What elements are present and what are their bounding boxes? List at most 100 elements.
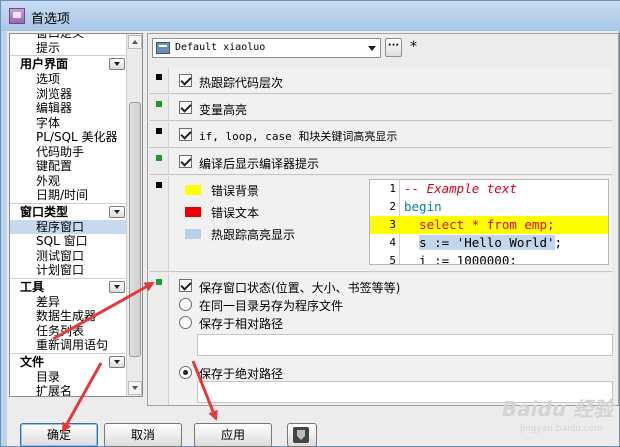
profile-options-button[interactable]: ··· [385,38,402,57]
client-area: 窗口定义 提示 用户界面 选项 浏览器 编辑器 字体 PL/SQL 美化器 代码助手 键配置 外观日… [7,31,619,447]
scroll-thumb[interactable] [129,102,141,357]
line-number: 2 [389,200,396,213]
nav-group-header[interactable]: 文件 [10,352,127,370]
error-background-swatch[interactable] [185,185,201,195]
code-token: -- Example text [404,181,517,196]
options-panel: Default xiaoluo ··· * 热跟踪代码层次 变量高亮 if, l… [147,33,619,406]
code-text: select * from emp; [404,216,555,234]
code-token: s := 'Hello World' [419,235,555,250]
help-button[interactable] [287,423,317,447]
code-line: 5 i := 1000000; [370,252,608,264]
save-absolute-label: 保存于绝对路径 [199,367,284,381]
save-window-state-label: 保存窗口状态(位置、大小、书签等等) [199,281,401,295]
hot-track-swatch[interactable] [185,229,201,239]
line-number: 4 [389,236,396,249]
nav-item[interactable]: 日期/时间 [10,188,127,203]
nav-item[interactable]: PL/SQL 美化器 [10,130,127,145]
apply-button[interactable]: 应用 [194,423,272,447]
code-text: begin [404,198,442,216]
nav-item[interactable]: 程序窗口 [10,219,127,234]
green-marker-icon [156,101,162,107]
highlight-keywords-checkbox[interactable] [179,128,192,141]
nav-item[interactable]: 提示 [10,41,127,56]
code-line: 3 select * from emp; [370,216,608,234]
compiler-hints-label: 编译后显示编译器提示 [199,157,320,171]
code-text: s := 'Hello World'; [404,234,562,252]
absolute-path-input[interactable] [197,381,613,403]
collapse-icon[interactable] [109,355,125,368]
save-section: 保存窗口状态(位置、大小、书签等等) 在同一目录另存为程序文件 保存于相对路径 … [150,273,613,405]
green-marker-icon [156,155,162,161]
option-row-compiler-hints: 编译后显示编译器提示 [150,149,612,175]
collapse-icon[interactable] [109,58,125,70]
save-relative-radio[interactable] [179,316,192,329]
nav-item[interactable]: 选项 [10,72,127,87]
nav-group-header[interactable]: 窗口类型 [10,202,127,220]
relative-path-input[interactable] [197,334,613,356]
nav-item[interactable]: 差异 [10,295,127,310]
nav-item[interactable]: 目录 [10,370,127,385]
code-text: i := 1000000; [404,252,517,264]
nav-item[interactable]: 测试窗口 [10,249,127,264]
green-marker-icon [156,279,162,285]
nav-group-label: 用户界面 [20,57,69,71]
nav-group-header[interactable]: 用户界面 [10,55,127,72]
cancel-button[interactable]: 取消 [104,423,182,447]
collapse-icon[interactable] [109,280,125,293]
profile-select-value: Default xiaoluo [175,42,266,53]
error-text-label: 错误文本 [211,206,260,220]
nav-group-label: 文件 [20,354,45,369]
highlight-variables-checkbox[interactable] [179,101,192,114]
black-marker-icon [156,128,162,134]
title-bar[interactable]: 首选项 [1,1,620,31]
nav-item[interactable]: 窗口定义 [10,34,127,41]
nav-item[interactable]: 浏览器 [10,87,127,102]
scroll-up-arrow-icon[interactable] [128,35,142,49]
track-hierarchy-label: 热跟踪代码层次 [199,76,284,90]
save-same-dir-radio[interactable] [179,298,192,311]
compiler-hints-checkbox[interactable] [179,155,192,168]
nav-item[interactable]: SQL 窗口 [10,234,127,249]
option-row-highlight-keywords: if, loop, case 和块关键词高亮显示 [150,122,612,148]
app-icon [9,8,25,24]
nav-group-label: 窗口类型 [20,204,69,219]
nav-item[interactable]: 任务列表 [10,324,127,339]
nav-item[interactable]: 数据生成器 [10,309,127,324]
track-hierarchy-checkbox[interactable] [179,74,192,87]
category-list[interactable]: 窗口定义 提示 用户界面 选项 浏览器 编辑器 字体 PL/SQL 美化器 代码助手 键配置 外观日… [9,33,143,397]
window-title: 首选项 [31,12,71,27]
save-window-state-checkbox[interactable] [179,279,192,292]
code-token: select * from emp; [404,217,555,232]
profile-select[interactable]: Default xiaoluo [152,38,381,58]
save-absolute-radio[interactable] [179,366,192,379]
ok-button[interactable]: 确定 [20,423,98,447]
category-items: 窗口定义 提示 用户界面 选项 浏览器 编辑器 字体 PL/SQL 美化器 代码助手 键配置 外观日… [10,34,127,396]
nav-item[interactable]: 键配置 [10,159,127,174]
collapse-icon[interactable] [109,205,125,218]
color-section: 错误背景 错误文本 热跟踪高亮显示 1 -- Example text 2 begin… [150,176,612,272]
code-preview: 1 -- Example text 2 begin 3 select * from em… [369,179,609,265]
option-row-track-hierarchy: 热跟踪代码层次 [150,68,612,94]
nav-item[interactable]: 字体 [10,116,127,131]
nav-item[interactable]: 外观 [10,174,127,189]
nav-item[interactable]: 重新调用语句 [10,338,127,353]
nav-item[interactable]: 扩展名 [10,384,127,396]
line-number: 1 [389,182,396,195]
black-marker-icon [156,182,162,188]
nav-item[interactable]: 编辑器 [10,101,127,116]
chevron-down-icon [368,46,376,51]
error-text-swatch[interactable] [185,207,201,217]
nav-item[interactable]: 代码助手 [10,145,127,160]
scroll-down-arrow-icon[interactable] [128,381,142,395]
nav-group-header[interactable]: 工具 [10,277,127,295]
category-scrollbar[interactable] [126,34,142,396]
nav-item[interactable]: 计划窗口 [10,263,127,278]
code-token: ; [554,235,563,250]
save-relative-label: 保存于相对路径 [199,317,284,331]
highlight-variables-label: 变量高亮 [199,103,248,117]
modified-indicator: * [410,39,417,55]
code-token: begin [404,199,442,214]
save-same-dir-label: 在同一目录另存为程序文件 [199,299,344,313]
error-background-label: 错误背景 [211,184,260,198]
